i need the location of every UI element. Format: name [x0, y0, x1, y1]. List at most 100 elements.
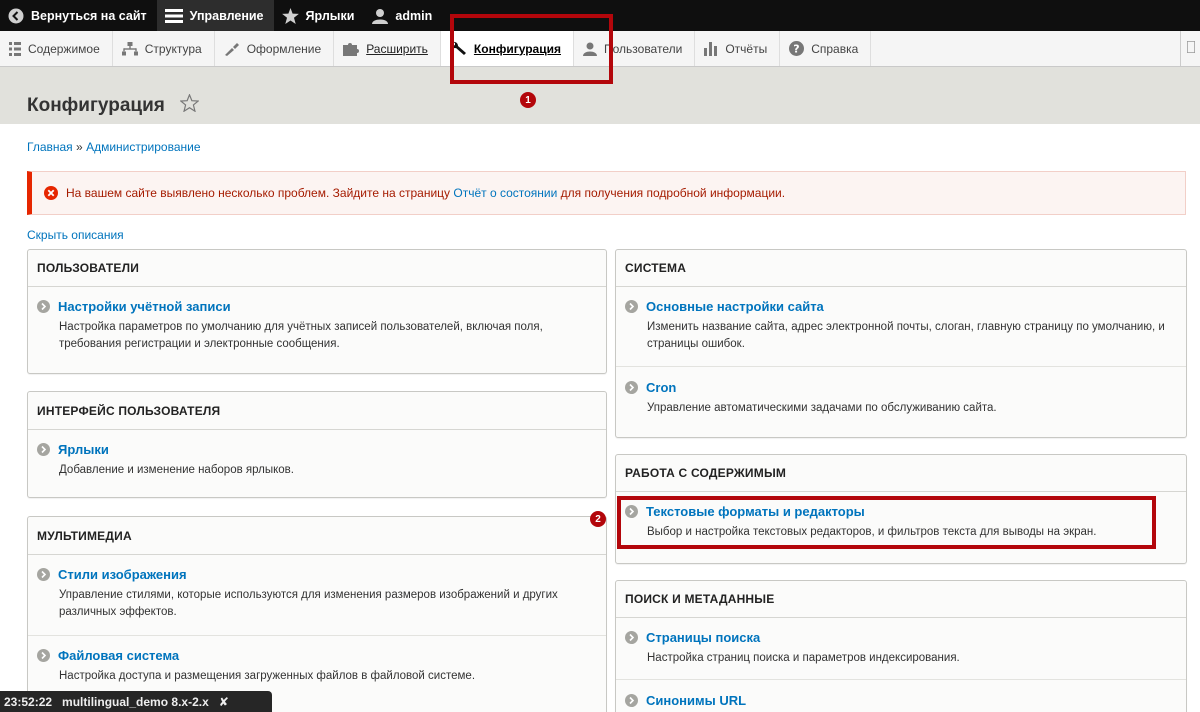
- user-icon: [372, 8, 389, 24]
- config-entry-label: Настройки учётной записи: [58, 299, 231, 314]
- config-entry-label: Cron: [646, 380, 677, 395]
- config-entry-description: Управление автоматическими задачами по о…: [647, 402, 997, 414]
- back-to-site-link[interactable]: Вернуться на сайт: [0, 0, 157, 31]
- entry-divider: [616, 679, 1186, 680]
- config-entry-link[interactable]: Файловая система: [37, 648, 596, 663]
- breadcrumb-home[interactable]: Главная: [27, 140, 73, 154]
- tray-orientation-toggle[interactable]: [1180, 31, 1200, 66]
- error-text-before: На вашем сайте выявлено несколько пробле…: [66, 186, 454, 200]
- content-icon: [9, 41, 21, 56]
- add-shortcut-star-icon[interactable]: [179, 93, 200, 115]
- chevron-right-icon: [625, 694, 638, 707]
- status-report-link[interactable]: Отчёт о состоянии: [453, 186, 557, 200]
- panel-media-title: МУЛЬТИМЕДИА: [37, 529, 132, 543]
- puzzle-icon: [343, 42, 360, 56]
- breadcrumb-separator: »: [76, 140, 83, 154]
- tray-help[interactable]: ? Справка: [780, 31, 872, 66]
- tray-content[interactable]: Содержимое: [0, 31, 113, 66]
- panel-system: СИСТЕМА Основные настройки сайта Изменит…: [615, 249, 1187, 438]
- panel-media: МУЛЬТИМЕДИА Стили изображения Управление…: [27, 516, 607, 712]
- config-entry-description: Добавление и изменение наборов ярлыков.: [59, 464, 294, 476]
- hamburger-icon: [164, 8, 183, 24]
- config-entry-link[interactable]: Основные настройки сайта: [625, 299, 1176, 314]
- tray-reports[interactable]: Отчёты: [695, 31, 781, 66]
- breadcrumb: Главная » Администрирование: [27, 140, 201, 154]
- tray-people-label: Пользователи: [603, 41, 683, 56]
- overlay-close-icon[interactable]: ✘: [219, 695, 229, 709]
- user-menu-button[interactable]: admin: [364, 0, 442, 31]
- config-entry-description: Настройка страниц поиска и параметров ин…: [647, 652, 960, 664]
- chevron-right-icon: [625, 631, 638, 644]
- chevron-right-icon: [625, 381, 638, 394]
- panel-divider: [616, 617, 1186, 618]
- config-entry: Страницы поиска Настройка страниц поиска…: [625, 630, 1176, 667]
- shortcuts-menu-button[interactable]: Ярлыки: [274, 0, 365, 31]
- panel-divider: [616, 491, 1186, 492]
- annotation-box-text-formats: [617, 496, 1156, 549]
- tray-appearance[interactable]: Оформление: [215, 31, 335, 66]
- tray-appearance-label: Оформление: [246, 41, 322, 56]
- tray-extend-label: Расширить: [366, 41, 428, 56]
- config-entry-link[interactable]: Синонимы URL: [625, 693, 1176, 708]
- entry-divider: [28, 635, 606, 636]
- chevron-right-icon: [37, 649, 50, 662]
- tray-structure[interactable]: Структура: [113, 31, 215, 66]
- tray-help-label: Справка: [811, 41, 859, 56]
- config-entry-description: Управление стилями, которые используются…: [59, 589, 558, 618]
- config-entry-label: Ярлыки: [58, 442, 109, 457]
- config-entry-link[interactable]: Настройки учётной записи: [37, 299, 596, 314]
- panel-content-title: РАБОТА С СОДЕРЖИМЫМ: [625, 466, 787, 480]
- chevron-right-icon: [37, 568, 50, 581]
- config-entry-link[interactable]: Страницы поиска: [625, 630, 1176, 645]
- tray-structure-label: Структура: [144, 41, 202, 56]
- config-entry: Стили изображения Управление стилями, ко…: [37, 567, 596, 621]
- config-entry-link[interactable]: Стили изображения: [37, 567, 596, 582]
- config-entry: Основные настройки сайта Изменить назван…: [625, 299, 1176, 353]
- config-entry-link[interactable]: Cron: [625, 380, 1176, 395]
- config-entry-label: Синонимы URL: [646, 693, 747, 708]
- config-entry-label: Файловая система: [58, 648, 180, 663]
- panel-system-title: СИСТЕМА: [625, 261, 687, 275]
- user-label: admin: [395, 8, 433, 23]
- tray-content-label: Содержимое: [28, 41, 100, 56]
- config-entry-description: Изменить название сайта, адрес электронн…: [647, 321, 1165, 350]
- config-entry-link[interactable]: Ярлыки: [37, 442, 596, 457]
- annotation-number-1: 1: [520, 92, 536, 108]
- panel-users-title: ПОЛЬЗОВАТЕЛИ: [37, 261, 140, 275]
- orientation-icon: [1185, 40, 1196, 56]
- config-entry: Настройки учётной записи Настройка парам…: [37, 299, 596, 353]
- shortcuts-label: Ярлыки: [305, 8, 355, 23]
- entry-divider: [616, 366, 1186, 367]
- help-icon: ?: [789, 41, 805, 56]
- breadcrumb-admin[interactable]: Администрирование: [86, 140, 200, 154]
- config-entry: Ярлыки Добавление и изменение наборов яр…: [37, 442, 596, 479]
- tray-extend[interactable]: Расширить: [334, 31, 441, 66]
- error-text-after: для получения подробной информации.: [557, 186, 786, 200]
- panel-divider: [28, 429, 606, 430]
- manage-menu-button[interactable]: Управление: [156, 0, 274, 31]
- panel-divider: [616, 286, 1186, 287]
- panel-ui-title: ИНТЕРФЕЙС ПОЛЬЗОВАТЕЛЯ: [37, 404, 221, 418]
- chevron-right-icon: [625, 300, 638, 313]
- config-entry-description: Настройка доступа и размещения загруженн…: [59, 670, 476, 682]
- recording-overlay: 23:52:22 multilingual_demo 8.x-2.x ✘: [0, 691, 272, 712]
- star-icon: [281, 7, 299, 24]
- config-entry-label: Стили изображения: [58, 567, 187, 582]
- config-entry: Cron Управление автоматическими задачами…: [625, 380, 1176, 417]
- back-to-site-label: Вернуться на сайт: [31, 8, 147, 23]
- brush-icon: [224, 42, 240, 56]
- error-icon: [44, 186, 58, 200]
- panel-user-interface: ИНТЕРФЕЙС ПОЛЬЗОВАТЕЛЯ Ярлыки Добавление…: [27, 391, 607, 498]
- panel-users: ПОЛЬЗОВАТЕЛИ Настройки учётной записи На…: [27, 249, 607, 374]
- manage-label: Управление: [189, 8, 264, 23]
- annotation-box-configuration: [450, 14, 613, 84]
- chevron-right-icon: [37, 443, 50, 456]
- config-entry-label: Основные настройки сайта: [646, 299, 824, 314]
- page-title: Конфигурация: [27, 95, 165, 116]
- overlay-name: multilingual_demo 8.x-2.x: [62, 694, 209, 709]
- tray-reports-label: Отчёты: [725, 41, 768, 56]
- hide-descriptions-link[interactable]: Скрыть описания: [27, 228, 124, 242]
- arrow-left-circle-icon: [8, 8, 24, 24]
- panel-divider: [28, 286, 606, 287]
- bar-chart-icon: [704, 41, 718, 56]
